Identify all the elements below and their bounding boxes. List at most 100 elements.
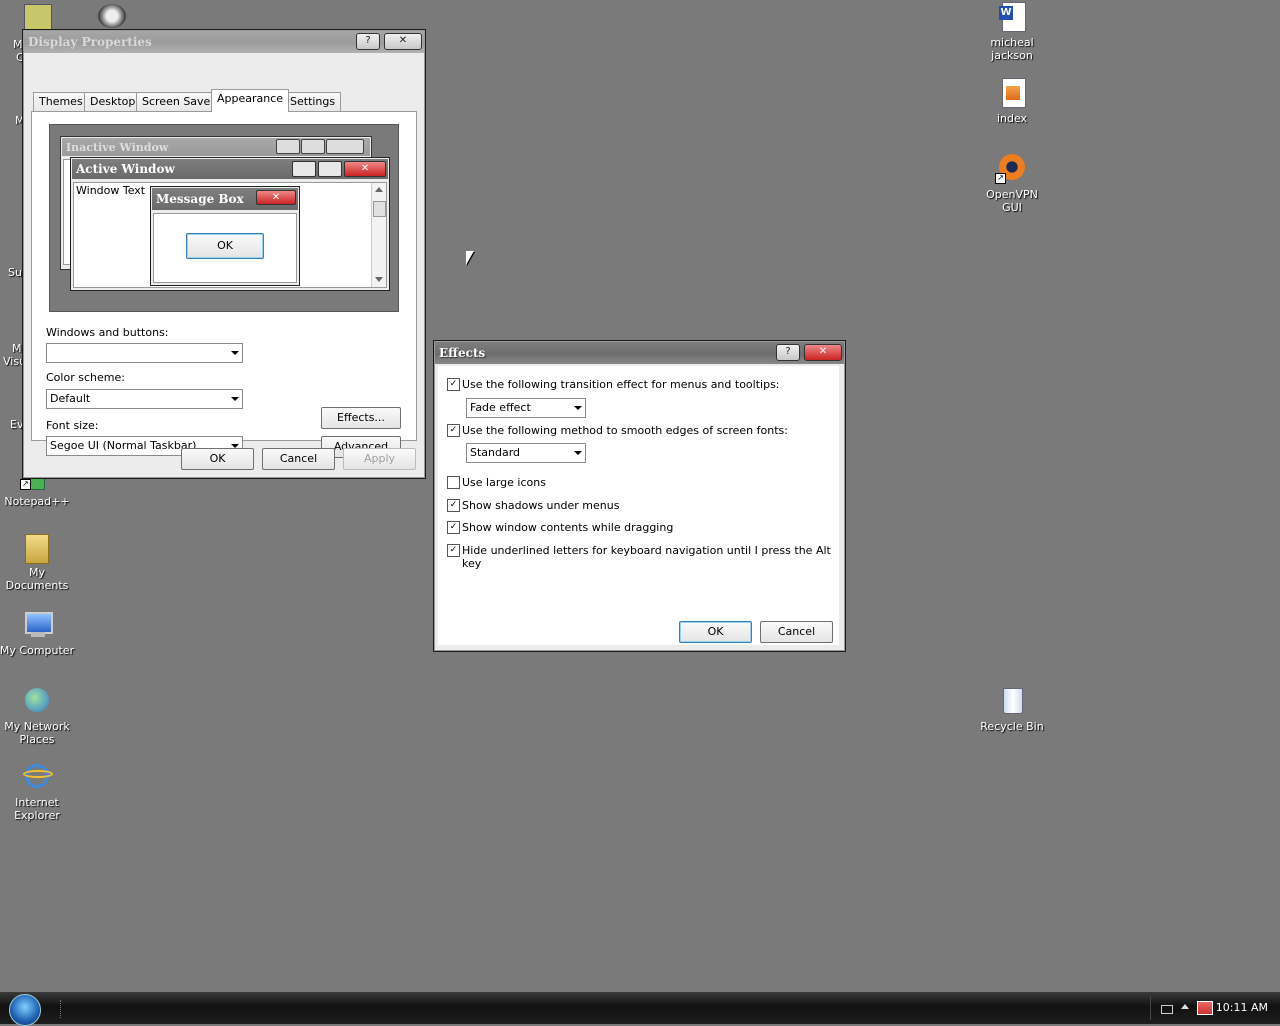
- network-status-icon[interactable]: [1197, 1001, 1213, 1015]
- drag-contents-label: Show window contents while dragging: [462, 521, 674, 534]
- desktop-icon-recycle-bin[interactable]: Recycle Bin: [972, 686, 1052, 733]
- tab-appearance[interactable]: Appearance: [211, 89, 290, 112]
- desktop-icon-micheal-jackson[interactable]: W micheal jackson: [972, 2, 1052, 62]
- font-smoothing-value: Standard: [470, 446, 521, 459]
- tab-themes[interactable]: Themes: [33, 92, 89, 111]
- windows-buttons-label: Windows and buttons:: [46, 326, 169, 339]
- html-file-icon: [996, 78, 1028, 110]
- color-scheme-select[interactable]: Default: [46, 389, 243, 409]
- start-button[interactable]: [9, 994, 41, 1026]
- hide-underlines-label: Hide underlined letters for keyboard nav…: [462, 544, 831, 570]
- computer-icon: [21, 610, 53, 642]
- transition-effect-select[interactable]: Fade effect: [466, 398, 586, 418]
- mouse-cursor-icon: [466, 251, 474, 265]
- folder-icon: [21, 532, 53, 564]
- partial-label: Su: [8, 266, 22, 279]
- help-button[interactable]: ?: [356, 33, 380, 50]
- display-properties-titlebar[interactable]: Display Properties ? ✕: [24, 31, 424, 53]
- ok-button[interactable]: OK: [679, 621, 752, 643]
- help-button[interactable]: ?: [776, 344, 800, 361]
- preview-message-box-title: Message Box: [156, 192, 244, 206]
- taskbar: 10:11 AM: [0, 992, 1280, 1026]
- cancel-button[interactable]: Cancel: [262, 448, 335, 470]
- large-icons-checkbox[interactable]: [447, 476, 460, 489]
- display-properties-window: Display Properties ? ✕ Themes Desktop Sc…: [22, 29, 426, 479]
- ok-button[interactable]: OK: [181, 448, 254, 470]
- desktop-icon-openvpn-gui[interactable]: ↗ OpenVPN GUI: [972, 154, 1052, 214]
- menu-shadows-checkbox[interactable]: ✓: [447, 499, 460, 512]
- desktop-icon-partial-2[interactable]: [98, 4, 126, 28]
- recycle-bin-icon: [996, 686, 1028, 718]
- font-size-label: Font size:: [46, 419, 99, 432]
- desktop-icon-my-computer[interactable]: My Computer: [0, 610, 77, 657]
- maximize-icon: [301, 139, 325, 154]
- preview-scrollbar: [371, 183, 386, 287]
- desktop-icon-index[interactable]: index: [972, 78, 1052, 125]
- desktop-icon-partial-1[interactable]: [24, 4, 52, 30]
- desktop-icon-label: micheal jackson: [990, 36, 1034, 62]
- maximize-icon: [318, 161, 342, 177]
- font-smoothing-label: Use the following method to smooth edges…: [462, 424, 788, 437]
- effects-button[interactable]: Effects...: [321, 407, 401, 429]
- tab-panel: Inactive Window Active Window ✕ Window T…: [31, 111, 417, 458]
- windows-buttons-select[interactable]: [46, 343, 243, 363]
- font-size-value: Segoe UI (Normal Taskbar): [50, 439, 197, 452]
- preview-ok-button: OK: [186, 233, 264, 259]
- tab-desktop[interactable]: Desktop: [84, 92, 142, 111]
- desktop-icon-label: Notepad++: [4, 495, 70, 508]
- color-scheme-label: Color scheme:: [46, 371, 125, 384]
- desktop-icon-internet-explorer[interactable]: Internet Explorer: [0, 762, 77, 822]
- network-icon: [21, 686, 53, 718]
- preview-active-title: Active Window: [76, 162, 175, 176]
- keyboard-icon[interactable]: [1161, 1005, 1173, 1014]
- desktop-icon-label: My Computer: [0, 644, 75, 657]
- chevron-down-icon: [574, 451, 582, 455]
- shortcut-arrow-icon: ↗: [995, 173, 1006, 184]
- effects-dialog: Effects ? ✕ ✓ Use the following transiti…: [433, 340, 846, 652]
- word-document-icon: W: [996, 2, 1028, 34]
- tab-settings[interactable]: Settings: [284, 92, 342, 111]
- close-icon: [326, 139, 364, 154]
- desktop-icon-label: OpenVPN GUI: [986, 188, 1038, 214]
- close-icon: ✕: [344, 161, 386, 177]
- color-scheme-value: Default: [50, 392, 91, 405]
- desktop-icon-label: Recycle Bin: [980, 720, 1044, 733]
- apply-button[interactable]: Apply: [343, 448, 416, 470]
- desktop-icon-label: index: [996, 112, 1028, 125]
- window-title: Effects: [439, 346, 486, 360]
- desktop-icon-my-documents[interactable]: My Documents: [0, 532, 77, 592]
- taskbar-clock[interactable]: 10:11 AM: [1216, 1001, 1268, 1014]
- drag-contents-checkbox[interactable]: ✓: [447, 521, 460, 534]
- shortcut-arrow-icon: ↗: [20, 479, 31, 490]
- chevron-down-icon: [231, 397, 239, 401]
- desktop-icon-label: My Documents: [5, 566, 69, 592]
- font-smoothing-select[interactable]: Standard: [466, 443, 586, 463]
- desktop-icon-label: My Network Places: [4, 720, 70, 746]
- chevron-down-icon: [574, 406, 582, 410]
- transition-effect-checkbox[interactable]: ✓: [447, 378, 460, 391]
- preview-message-box: Message Box ✕ OK: [150, 186, 300, 286]
- appearance-preview: Inactive Window Active Window ✕ Window T…: [49, 124, 399, 312]
- effects-titlebar[interactable]: Effects ? ✕: [435, 342, 844, 364]
- desktop-icon-label: Internet Explorer: [14, 796, 60, 822]
- minimize-icon: [292, 161, 316, 177]
- desktop-icon-my-network-places[interactable]: My Network Places: [0, 686, 77, 746]
- preview-inactive-title: Inactive Window: [66, 141, 169, 154]
- preview-window-text: Window Text: [76, 184, 146, 197]
- window-title: Display Properties: [28, 35, 152, 49]
- hide-underlines-checkbox[interactable]: ✓: [447, 544, 460, 557]
- transition-effect-label: Use the following transition effect for …: [462, 378, 780, 391]
- tab-screen-saver[interactable]: Screen Saver: [136, 92, 221, 111]
- large-icons-label: Use large icons: [462, 476, 546, 489]
- taskbar-grip: [60, 1000, 63, 1018]
- show-hidden-icons-icon[interactable]: [1181, 1004, 1189, 1009]
- close-button[interactable]: ✕: [384, 33, 422, 50]
- openvpn-icon: ↗: [995, 154, 1028, 186]
- cancel-button[interactable]: Cancel: [760, 621, 833, 643]
- close-icon: ✕: [256, 190, 296, 205]
- internet-explorer-icon: [21, 762, 53, 794]
- font-smoothing-checkbox[interactable]: ✓: [447, 424, 460, 437]
- close-button[interactable]: ✕: [804, 344, 842, 361]
- transition-effect-value: Fade effect: [470, 401, 531, 414]
- partial-label: M: [12, 342, 22, 355]
